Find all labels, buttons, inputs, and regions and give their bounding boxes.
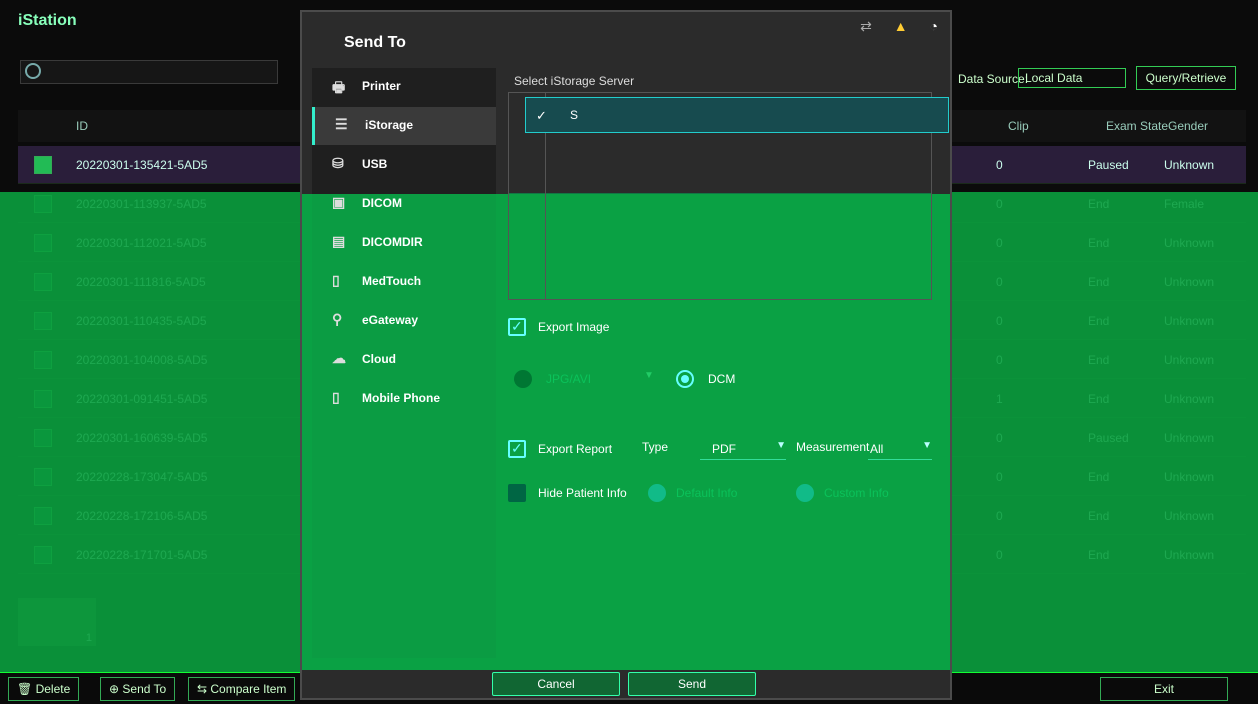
nav-item-label: DICOMDIR bbox=[362, 235, 423, 249]
destination-list: 🖶 Printer ☰ iStorage ⛁ USB ▣ DICOM ▤ DICOMDIR ▯ Med… bbox=[312, 68, 496, 658]
chevron-down-icon: ▼ bbox=[776, 440, 786, 451]
server-row[interactable]: ✓ S bbox=[525, 97, 949, 133]
measurement-select[interactable]: All ▼ bbox=[868, 440, 932, 460]
server-label: Select iStorage Server bbox=[514, 74, 635, 88]
nav-item-cloud[interactable]: ☁ Cloud bbox=[312, 341, 496, 379]
nav-item-usb[interactable]: ⛁ USB bbox=[312, 146, 496, 184]
nav-item-istorage[interactable]: ☰ iStorage bbox=[312, 107, 496, 145]
send-to-button[interactable]: ⊕ Send To bbox=[100, 677, 176, 701]
row-gender: Unknown bbox=[1164, 158, 1215, 172]
row-id: 20220301-135421-5AD5 bbox=[76, 158, 208, 172]
col-id[interactable]: ID bbox=[76, 119, 88, 133]
default-info-label: Default Info bbox=[676, 486, 738, 500]
type-select[interactable]: PDF ▼ bbox=[700, 440, 786, 460]
nav-item-label: Cloud bbox=[362, 352, 396, 366]
nav-item-label: iStorage bbox=[365, 118, 414, 132]
export-image-checkbox[interactable] bbox=[508, 318, 526, 336]
row-exam-state: Paused bbox=[1088, 158, 1129, 172]
export-report-label: Export Report bbox=[538, 442, 613, 456]
query-retrieve-button[interactable]: Query/Retrieve bbox=[1136, 66, 1236, 90]
dicom-icon: ▣ bbox=[332, 194, 346, 210]
send-button[interactable]: Send bbox=[628, 672, 756, 696]
search-input[interactable] bbox=[20, 60, 278, 84]
check-icon: ✓ bbox=[536, 108, 547, 123]
medtouch-icon: ▯ bbox=[332, 272, 340, 288]
col-exam-state[interactable]: Exam State bbox=[1106, 119, 1168, 133]
status-icons: ⇄ ▲ ◔ bbox=[842, 18, 938, 35]
nav-item-label: Printer bbox=[362, 79, 401, 93]
network-icon: ⇄ bbox=[860, 18, 872, 34]
nav-item-label: DICOM bbox=[362, 196, 402, 210]
delete-button[interactable]: 🗑 Delete bbox=[8, 677, 80, 701]
dcm-radio[interactable] bbox=[676, 370, 694, 388]
col-clip[interactable]: Clip bbox=[1008, 119, 1029, 133]
send-to-dialog: Send To ⇄ ▲ ◔ 🖶 Printer ☰ iStorage ⛁ USB ▣ DICO… bbox=[300, 10, 952, 700]
compare-item-button[interactable]: ⇆ Compare Item bbox=[188, 677, 296, 701]
row-clip: 0 bbox=[996, 158, 1003, 172]
nav-item-label: MedTouch bbox=[362, 274, 422, 288]
data-source-select[interactable]: Local Data bbox=[1018, 68, 1126, 88]
nav-item-medtouch[interactable]: ▯ MedTouch bbox=[312, 263, 496, 301]
nav-item-egateway[interactable]: ⚲ eGateway bbox=[312, 302, 496, 340]
hide-patient-checkbox[interactable] bbox=[508, 484, 526, 502]
nav-item-dicom[interactable]: ▣ DICOM bbox=[312, 185, 496, 223]
server-name: S bbox=[570, 108, 579, 122]
measurement-label: Measurement bbox=[796, 440, 870, 454]
nav-item-label: eGateway bbox=[362, 313, 419, 327]
storage-icon: ☰ bbox=[335, 116, 348, 132]
jpg-avi-radio[interactable] bbox=[514, 370, 532, 388]
nav-item-mobile-phone[interactable]: ▯ Mobile Phone bbox=[312, 380, 496, 418]
nav-item-label: Mobile Phone bbox=[362, 391, 440, 405]
dcm-label: DCM bbox=[708, 372, 736, 386]
hide-patient-label: Hide Patient Info bbox=[538, 486, 627, 500]
nav-item-printer[interactable]: 🖶 Printer bbox=[312, 68, 496, 106]
custom-info-label: Custom Info bbox=[824, 486, 889, 500]
custom-info-radio[interactable] bbox=[796, 484, 814, 502]
row-checkbox[interactable] bbox=[34, 156, 52, 174]
dialog-title: Send To bbox=[344, 34, 406, 51]
jpg-avi-label: JPG/AVI bbox=[546, 372, 592, 386]
col-gender[interactable]: Gender bbox=[1168, 119, 1208, 133]
export-image-label: Export Image bbox=[538, 320, 610, 334]
usb-icon: ⛁ bbox=[332, 155, 344, 171]
pie-icon: ◔ bbox=[929, 18, 938, 34]
dicomdir-icon: ▤ bbox=[332, 233, 346, 249]
warning-icon: ▲ bbox=[893, 18, 908, 34]
export-report-checkbox[interactable] bbox=[508, 440, 526, 458]
type-label: Type bbox=[642, 440, 669, 454]
nav-item-label: USB bbox=[362, 157, 388, 171]
nav-item-dicomdir[interactable]: ▤ DICOMDIR bbox=[312, 224, 496, 262]
server-list: ✓ S bbox=[508, 92, 949, 300]
jpg-dropdown-icon: ▼ bbox=[644, 370, 654, 381]
mobile-phone-icon: ▯ bbox=[332, 389, 340, 405]
search-icon bbox=[25, 63, 41, 79]
exit-button[interactable]: Exit bbox=[1100, 677, 1228, 701]
cloud-icon: ☁ bbox=[332, 350, 346, 366]
egateway-icon: ⚲ bbox=[332, 311, 343, 327]
app-title: iStation bbox=[18, 12, 77, 29]
chevron-down-icon: ▼ bbox=[922, 440, 932, 451]
cancel-button[interactable]: Cancel bbox=[492, 672, 620, 696]
printer-icon: 🖶 bbox=[332, 79, 346, 95]
default-info-radio[interactable] bbox=[648, 484, 666, 502]
